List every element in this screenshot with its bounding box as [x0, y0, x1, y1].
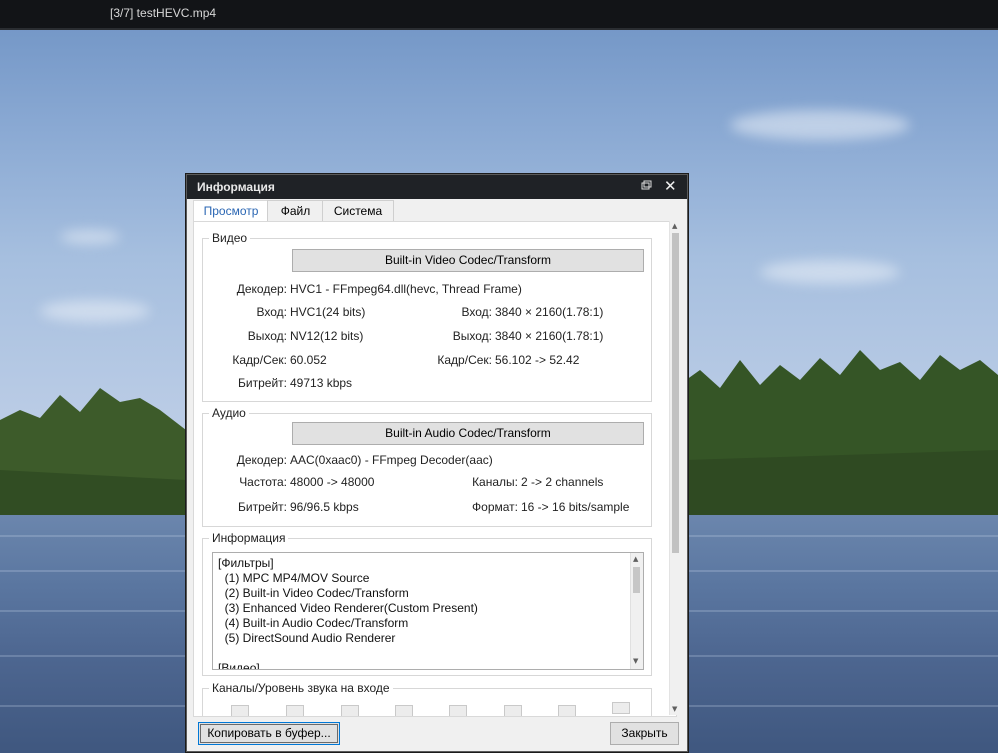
info-line: [Видео]: [218, 661, 260, 670]
audio-bitrate-label: Битрейт:: [238, 500, 287, 514]
info-line: (2) Built-in Video Codec/Transform: [218, 586, 409, 600]
info-textbox[interactable]: [Фильтры] (1) MPC MP4/MOV Source (2) Bui…: [212, 552, 644, 670]
scroll-thumb[interactable]: [672, 233, 679, 553]
content-scrollbar[interactable]: ▲ ▼: [669, 221, 682, 715]
scroll-thumb[interactable]: [633, 567, 640, 593]
dialog-title: Информация: [197, 180, 275, 194]
levels-group: Каналы/Уровень звука на входе: [202, 681, 652, 716]
info-scrollbar[interactable]: ▲ ▼: [630, 553, 643, 669]
audio-decoder-value: AAC(0xaac0) - FFmpeg Decoder(aac): [290, 453, 493, 467]
audio-bitrate-value: 96/96.5 kbps: [290, 500, 359, 514]
video-group-title: Видео: [209, 231, 251, 245]
video-output-value: NV12(12 bits): [290, 329, 364, 343]
cloud: [60, 230, 120, 244]
video-decoder-value: HVC1 - FFmpeg64.dll(hevc, Thread Frame): [290, 282, 522, 296]
scroll-down-icon[interactable]: ▼: [633, 657, 638, 665]
video-group: Видео Built-in Video Codec/Transform Дек…: [202, 231, 652, 402]
info-group-title: Информация: [209, 531, 289, 545]
audio-channels-value: 2 -> 2 channels: [521, 475, 604, 489]
close-icon[interactable]: ✕: [664, 177, 677, 195]
video-bitrate-value: 49713 kbps: [290, 376, 353, 390]
audio-format-value: 16 -> 16 bits/sample: [521, 500, 630, 514]
audio-group-title: Аудио: [209, 406, 249, 420]
level-meter: [231, 705, 249, 716]
video-codec-button[interactable]: Built-in Video Codec/Transform: [292, 249, 644, 272]
dialog-titlebar[interactable]: Информация ✕: [187, 175, 687, 199]
level-meter: [612, 702, 630, 714]
level-meter: [449, 705, 467, 716]
info-line: (3) Enhanced Video Renderer(Custom Prese…: [218, 601, 478, 615]
level-meter: [286, 705, 304, 716]
video-fps2-label: Кадр/Сек:: [437, 353, 492, 367]
tab-view[interactable]: Просмотр: [193, 200, 269, 222]
scroll-down-icon[interactable]: ▼: [672, 705, 677, 713]
audio-freq-value: 48000 -> 48000: [290, 475, 375, 489]
level-meter: [504, 705, 522, 716]
level-meter: [341, 705, 359, 716]
video-output-size-label: Выход:: [452, 329, 492, 343]
video-input-label: Вход:: [256, 305, 287, 319]
tab-content: Видео Built-in Video Codec/Transform Дек…: [193, 221, 677, 717]
video-input-size-value: 3840 × 2160(1.78:1): [495, 305, 604, 319]
video-decoder-label: Декодер:: [236, 282, 287, 296]
audio-codec-button[interactable]: Built-in Audio Codec/Transform: [292, 422, 644, 445]
player-titlebar: [3/7] testHEVC.mp4: [0, 0, 998, 30]
scroll-up-icon[interactable]: ▲: [633, 555, 638, 563]
audio-channels-label: Каналы:: [472, 475, 518, 489]
scroll-up-icon[interactable]: ▲: [672, 222, 677, 230]
video-input-size-label: Вход:: [461, 305, 492, 319]
info-line: (1) MPC MP4/MOV Source: [218, 571, 370, 585]
level-meter: [395, 705, 413, 716]
info-group: Информация [Фильтры] (1) MPC MP4/MOV Sou…: [202, 531, 652, 676]
video-input-value: HVC1(24 bits): [290, 305, 366, 319]
audio-group: Аудио Built-in Audio Codec/Transform Дек…: [202, 406, 652, 527]
levels-group-title: Каналы/Уровень звука на входе: [209, 681, 393, 695]
audio-decoder-label: Декодер:: [236, 453, 287, 467]
video-fps-label: Кадр/Сек:: [232, 353, 287, 367]
video-bitrate-label: Битрейт:: [238, 376, 287, 390]
video-output-label: Выход:: [247, 329, 287, 343]
tab-file[interactable]: Файл: [267, 200, 324, 221]
video-fps-value: 60.052: [290, 353, 327, 367]
cloud: [760, 260, 900, 284]
level-meter: [558, 705, 576, 716]
close-button[interactable]: Закрыть: [610, 722, 679, 745]
info-line: (5) DirectSound Audio Renderer: [218, 631, 396, 645]
audio-freq-label: Частота:: [239, 475, 287, 489]
copy-to-clipboard-button[interactable]: Копировать в буфер...: [198, 722, 340, 745]
tab-system[interactable]: Система: [322, 200, 394, 221]
info-line: [Фильтры]: [218, 556, 274, 570]
cloud: [730, 110, 910, 140]
video-fps2-value: 56.102 -> 52.42: [495, 353, 580, 367]
info-line: (4) Built-in Audio Codec/Transform: [218, 616, 409, 630]
audio-format-label: Формат:: [472, 500, 518, 514]
cloud: [40, 300, 150, 322]
file-title: [3/7] testHEVC.mp4: [110, 6, 217, 20]
restore-icon[interactable]: [640, 179, 654, 193]
video-output-size-value: 3840 × 2160(1.78:1): [495, 329, 604, 343]
info-dialog: Информация ✕ Просмотр Файл Система Видео…: [186, 174, 688, 752]
